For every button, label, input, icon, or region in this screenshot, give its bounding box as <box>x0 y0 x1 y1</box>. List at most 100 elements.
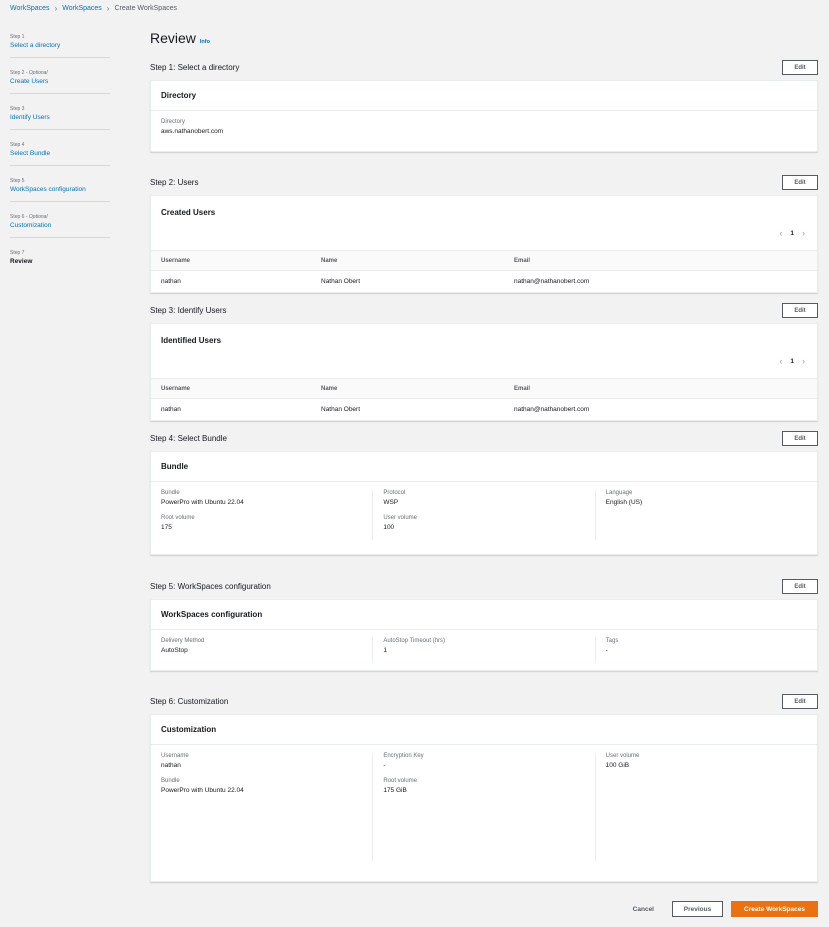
edit-step-5-button[interactable]: Edit <box>782 579 818 594</box>
section-step-2: Step 2: Users Edit Created Users ‹ 1 › U… <box>150 174 818 293</box>
kv-label: Bundle <box>161 778 180 784</box>
kv-bundle: Bundle PowerPro with Ubuntu 22.04 <box>161 490 362 506</box>
kv-tags: Tags - <box>606 638 807 654</box>
kv-autostop-timeout: AutoStop Timeout (hrs) 1 <box>383 638 584 654</box>
cell-username: nathan <box>161 405 181 413</box>
page-title-text: Review <box>150 30 196 46</box>
nav-step-4[interactable]: Step 4 Select Bundle <box>10 140 110 166</box>
kv-root-volume: Root volume 175 <box>161 515 362 531</box>
breadcrumb-workspaces-link-2[interactable]: WorkSpaces <box>62 5 102 12</box>
kv-value: PowerPro with Ubuntu 22.04 <box>161 499 244 506</box>
kv-root-volume: Root volume 175 GiB <box>383 778 584 794</box>
section-title: Step 6: Customization <box>150 697 229 706</box>
kv-value: aws.nathanobert.com <box>161 128 224 135</box>
nav-step-label[interactable]: Select Bundle <box>10 150 110 157</box>
section-title: Step 4: Select Bundle <box>150 434 227 443</box>
page-title: Review Info <box>150 30 818 54</box>
section-step-3: Step 3: Identify Users Edit Identified U… <box>150 302 818 421</box>
breadcrumb-workspaces-link[interactable]: WorkSpaces <box>10 5 50 12</box>
nav-step-number: Step 7 <box>10 250 25 256</box>
column-header[interactable]: Email <box>504 378 817 399</box>
kv-value: 1 <box>383 647 387 654</box>
section-step-6: Step 6: Customization Edit Customization… <box>150 693 818 882</box>
kv-label: Directory <box>161 119 186 125</box>
column-header[interactable]: Username <box>151 378 311 399</box>
wizard-footer: Cancel Previous Create WorkSpaces <box>623 901 818 917</box>
kv-label: AutoStop Timeout (hrs) <box>383 638 446 644</box>
column-header[interactable]: Name <box>311 378 504 399</box>
kv-delivery-method: Delivery Method AutoStop <box>161 638 362 654</box>
create-workspaces-button[interactable]: Create WorkSpaces <box>731 901 818 917</box>
card-title: Customization <box>151 715 817 745</box>
kv-label: Root volume <box>383 778 418 784</box>
chevron-right-icon[interactable]: › <box>802 356 805 366</box>
cancel-button[interactable]: Cancel <box>623 906 664 913</box>
kv-value: nathan <box>161 762 181 769</box>
kv-protocol: Protocol WSP <box>383 490 584 506</box>
nav-step-label[interactable]: Create Users <box>10 78 110 85</box>
cell-username: nathan <box>161 277 181 285</box>
section-title: Step 2: Users <box>150 178 199 187</box>
created-users-card: Created Users ‹ 1 › Username Name Email … <box>150 195 818 293</box>
directory-card: Directory Directory aws.nathanobert.com <box>150 80 818 152</box>
nav-step-label[interactable]: WorkSpaces configuration <box>10 186 110 193</box>
previous-button[interactable]: Previous <box>672 901 723 917</box>
card-title: WorkSpaces configuration <box>151 600 817 630</box>
chevron-left-icon[interactable]: ‹ <box>779 228 782 238</box>
kv-directory: Directory aws.nathanobert.com <box>161 119 807 135</box>
nav-step-2[interactable]: Step 2 - Optional Create Users <box>10 68 110 94</box>
edit-step-3-button[interactable]: Edit <box>782 303 818 318</box>
edit-step-4-button[interactable]: Edit <box>782 431 818 446</box>
kv-user-volume: User volume 100 <box>383 515 584 531</box>
column-header[interactable]: Username <box>151 250 311 271</box>
identified-users-card: Identified Users ‹ 1 › Username Name Ema… <box>150 323 818 421</box>
kv-label: User volume <box>605 753 640 759</box>
kv-value: WSP <box>383 499 399 506</box>
kv-user-volume: User volume 100 GiB <box>606 753 807 769</box>
chevron-right-icon: › <box>106 4 110 13</box>
kv-bundle: Bundle PowerPro with Ubuntu 22.04 <box>161 778 362 794</box>
edit-step-1-button[interactable]: Edit <box>782 60 818 75</box>
kv-value: 175 <box>161 524 172 531</box>
kv-username: Username nathan <box>161 753 362 769</box>
kv-value: 100 <box>383 524 395 531</box>
kv-label: Bundle <box>161 490 180 496</box>
kv-label: Protocol <box>383 490 406 496</box>
column-header[interactable]: Email <box>504 250 817 271</box>
wizard-steps-nav: Step 1 Select a directory Step 2 - Optio… <box>10 32 110 284</box>
nav-step-1[interactable]: Step 1 Select a directory <box>10 32 110 58</box>
nav-step-number: Step 1 <box>10 34 25 40</box>
table-row: nathan Nathan Obert nathan@nathanobert.c… <box>151 399 817 420</box>
section-step-4: Step 4: Select Bundle Edit Bundle Bundle… <box>150 430 818 555</box>
kv-language: Language English (US) <box>606 490 807 506</box>
nav-step-3[interactable]: Step 3 Identify Users <box>10 104 110 130</box>
nav-step-number: Step 2 - Optional <box>10 70 48 76</box>
chevron-left-icon[interactable]: ‹ <box>779 356 782 366</box>
column-header[interactable]: Name <box>311 250 504 271</box>
identified-users-table: Username Name Email nathan Nathan Obert … <box>151 378 817 420</box>
kv-value: 100 GiB <box>605 762 630 769</box>
section-title: Step 1: Select a directory <box>150 63 240 72</box>
card-title: Directory <box>151 81 817 111</box>
nav-step-label[interactable]: Identify Users <box>10 114 110 121</box>
page-number[interactable]: 1 <box>790 358 794 365</box>
pagination: ‹ 1 › <box>779 356 805 366</box>
section-title: Step 3: Identify Users <box>150 306 227 315</box>
nav-step-number: Step 3 <box>10 106 25 112</box>
chevron-right-icon[interactable]: › <box>802 228 805 238</box>
breadcrumb: WorkSpaces › WorkSpaces › Create WorkSpa… <box>10 4 177 13</box>
edit-step-6-button[interactable]: Edit <box>782 694 818 709</box>
cell-email: nathan@nathanobert.com <box>514 405 590 413</box>
nav-step-5[interactable]: Step 5 WorkSpaces configuration <box>10 176 110 202</box>
nav-step-6[interactable]: Step 6 - Optional Customization <box>10 212 110 238</box>
nav-step-number: Step 4 <box>10 142 25 148</box>
card-title: Identified Users <box>161 336 222 345</box>
nav-step-label[interactable]: Select a directory <box>10 42 110 49</box>
page-number[interactable]: 1 <box>790 230 794 237</box>
info-link[interactable]: Info <box>200 39 210 45</box>
edit-step-2-button[interactable]: Edit <box>782 175 818 190</box>
workspaces-configuration-card: WorkSpaces configuration Delivery Method… <box>150 599 818 671</box>
nav-step-label[interactable]: Customization <box>10 222 110 229</box>
chevron-right-icon: › <box>54 4 58 13</box>
kv-value: 175 GiB <box>383 787 407 794</box>
